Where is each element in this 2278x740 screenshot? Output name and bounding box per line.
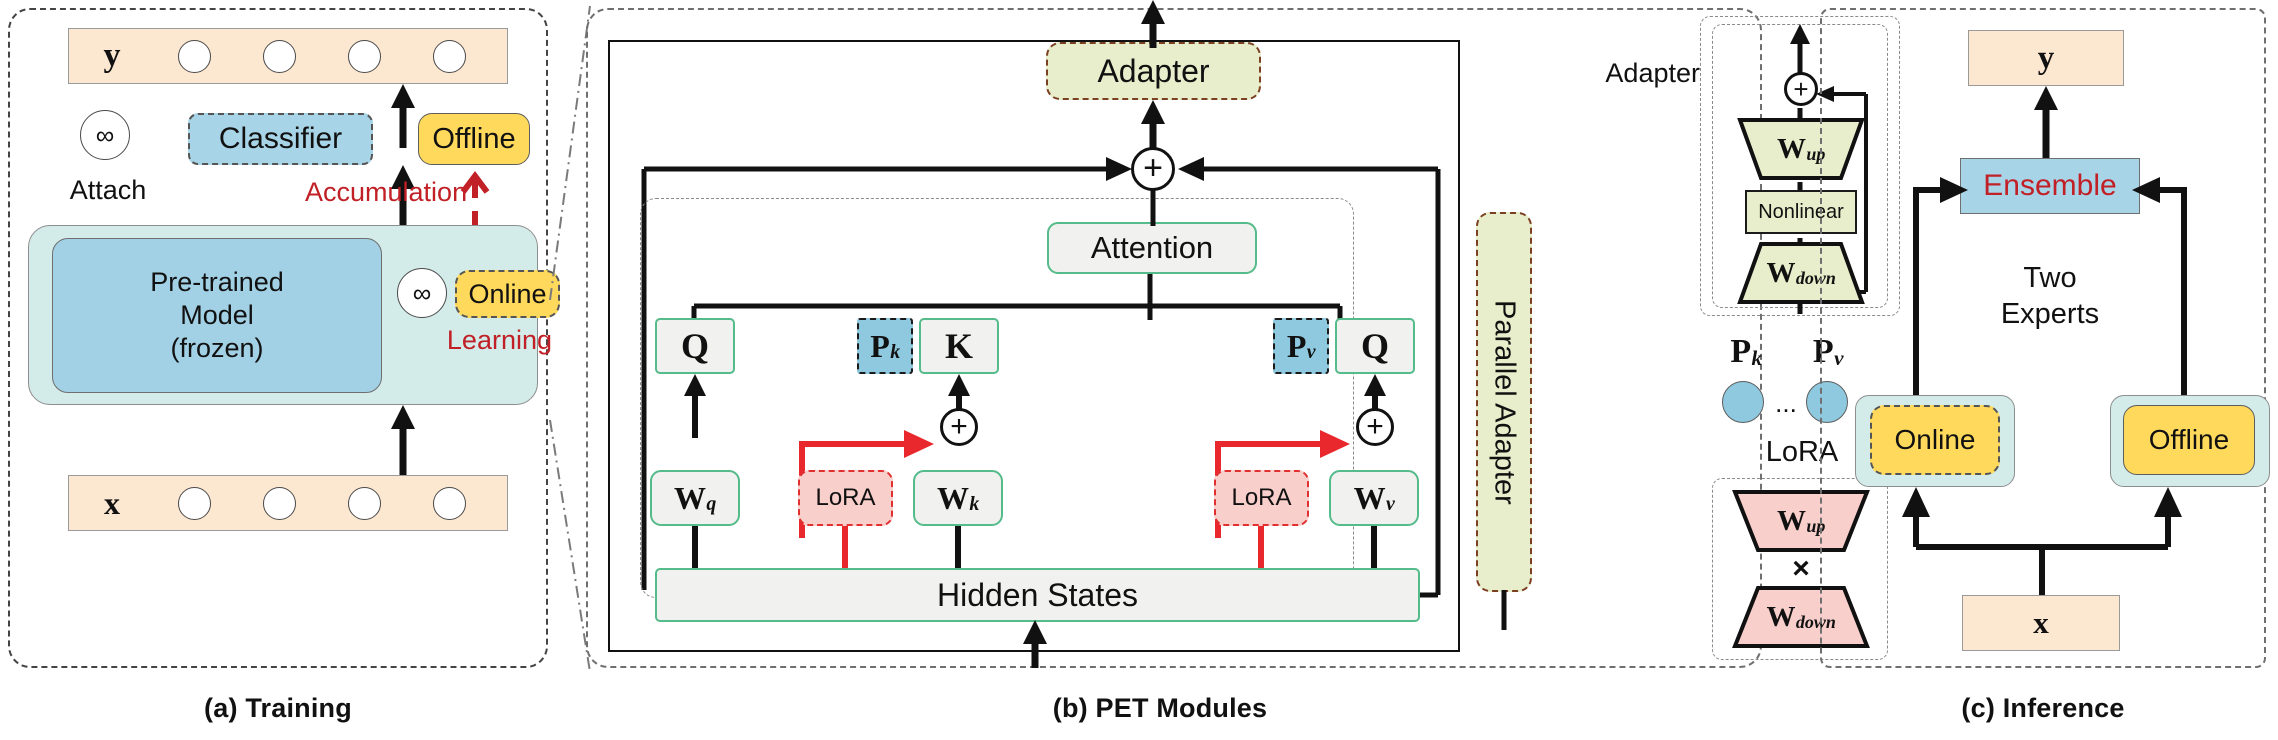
two-experts-line-1: Two bbox=[2023, 261, 2077, 294]
prompt-pk-label: P bbox=[870, 327, 890, 364]
arrow-x-to-model bbox=[391, 405, 415, 475]
hidden-states-block: Hidden States bbox=[655, 568, 1420, 622]
token-circle bbox=[348, 40, 381, 73]
online-expert-block: Online bbox=[1870, 405, 2000, 475]
token-circle bbox=[263, 487, 296, 520]
arrow-classifier-to-y bbox=[391, 84, 415, 148]
arrow-plus-to-adapter bbox=[1141, 100, 1165, 148]
legend-prompt-circle-k bbox=[1722, 381, 1764, 423]
learning-label: Learning bbox=[446, 325, 552, 355]
arrow-online-to-ensemble bbox=[1913, 177, 1968, 416]
arrow-x-to-experts bbox=[1902, 487, 2182, 597]
parallel-adapter-block: Parallel Adapter bbox=[1476, 212, 1532, 592]
ensemble-block: Ensemble bbox=[1960, 158, 2140, 214]
arrow-offline-to-ensemble bbox=[2132, 177, 2187, 416]
q-left-block: Q bbox=[655, 318, 735, 374]
wk-sub: k bbox=[969, 492, 980, 515]
arrow-wq-to-q bbox=[684, 374, 706, 438]
pretrained-line-3: (frozen) bbox=[170, 332, 264, 363]
token-circle bbox=[433, 40, 466, 73]
wk-label: W bbox=[937, 479, 970, 516]
inference-input-block: x bbox=[1962, 595, 2120, 651]
lora-block-k: LoRA bbox=[798, 470, 893, 526]
prompt-pv-sub: v bbox=[1306, 340, 1316, 363]
wq-block: Wq bbox=[650, 470, 740, 526]
two-experts-label: Two Experts bbox=[1968, 252, 2132, 340]
wv-label: W bbox=[1353, 479, 1386, 516]
legend-pk-label: Pk bbox=[1716, 330, 1776, 374]
arrow-plus-to-k bbox=[948, 374, 970, 410]
legend-pk-p: P bbox=[1730, 333, 1752, 370]
attention-block: Attention bbox=[1047, 222, 1257, 274]
adapter-legend-add-node: + bbox=[1784, 72, 1818, 106]
token-circle bbox=[263, 40, 296, 73]
token-circle bbox=[348, 487, 381, 520]
adapter-legend-label: Adapter bbox=[1605, 58, 1700, 88]
adapter-top-block: Adapter bbox=[1046, 42, 1261, 100]
prompt-pv-label: P bbox=[1286, 327, 1307, 364]
wk-block: Wk bbox=[913, 470, 1003, 526]
figure-root: y ∞ Attach Classifier Accumulation Offli… bbox=[0, 0, 2278, 740]
model-infinity-icon: ∞ bbox=[397, 268, 447, 318]
pretrained-model-block: Pre-trained Model (frozen) bbox=[52, 238, 382, 393]
token-circle bbox=[178, 40, 211, 73]
accumulation-label: Accumulation bbox=[305, 177, 468, 207]
inference-output-block: y bbox=[1968, 30, 2124, 86]
legend-lora-wdown-w: W bbox=[1766, 600, 1796, 633]
caption-inference: (c) Inference bbox=[1961, 692, 2125, 723]
offline-expert-block: Offline bbox=[2123, 405, 2255, 475]
attach-infinity-icon: ∞ bbox=[80, 110, 130, 160]
prompt-pk-sub: k bbox=[890, 340, 901, 363]
arrow-attention-to-plus bbox=[1150, 190, 1156, 226]
token-circle bbox=[178, 487, 211, 520]
wv-block: Wv bbox=[1329, 470, 1419, 526]
offline-block: Offline bbox=[418, 113, 530, 165]
k-block: K bbox=[919, 318, 999, 374]
legend-prompt-ellipsis: ... bbox=[1775, 387, 1797, 418]
pretrained-line-2: Model bbox=[180, 300, 254, 331]
two-experts-line-2: Experts bbox=[2000, 298, 2100, 330]
v-block: Q bbox=[1335, 318, 1415, 374]
caption-training: (a) Training bbox=[204, 692, 352, 723]
qkv-to-attention-bus bbox=[691, 274, 1343, 320]
legend-lora-wup-w: W bbox=[1777, 504, 1806, 537]
caption-pet-modules: (b) PET Modules bbox=[1052, 692, 1268, 723]
classifier-block: Classifier bbox=[188, 113, 373, 165]
prompt-pk-block: Pk bbox=[857, 318, 913, 374]
arrow-plus-to-v bbox=[1364, 374, 1386, 410]
wv-sub: v bbox=[1385, 492, 1395, 515]
wq-sub: q bbox=[706, 492, 717, 515]
arrow-adapter-out bbox=[1141, 0, 1165, 48]
token-circle bbox=[433, 487, 466, 520]
arrow-input-to-hidden-states bbox=[1023, 620, 1047, 668]
training-output-label: y bbox=[103, 37, 121, 74]
pretrained-line-1: Pre-trained bbox=[150, 267, 284, 298]
parallel-adapter-stub bbox=[1501, 590, 1507, 630]
lora-block-v: LoRA bbox=[1214, 470, 1309, 526]
arrow-ensemble-to-y bbox=[2034, 86, 2058, 158]
adapter-wdown-w: W bbox=[1766, 256, 1796, 289]
attach-label: Attach bbox=[69, 174, 147, 205]
prompt-pv-block: Pv bbox=[1273, 318, 1329, 374]
legend-pk-sub: k bbox=[1751, 346, 1763, 371]
training-input-label: x bbox=[104, 484, 120, 521]
wq-label: W bbox=[674, 479, 707, 516]
